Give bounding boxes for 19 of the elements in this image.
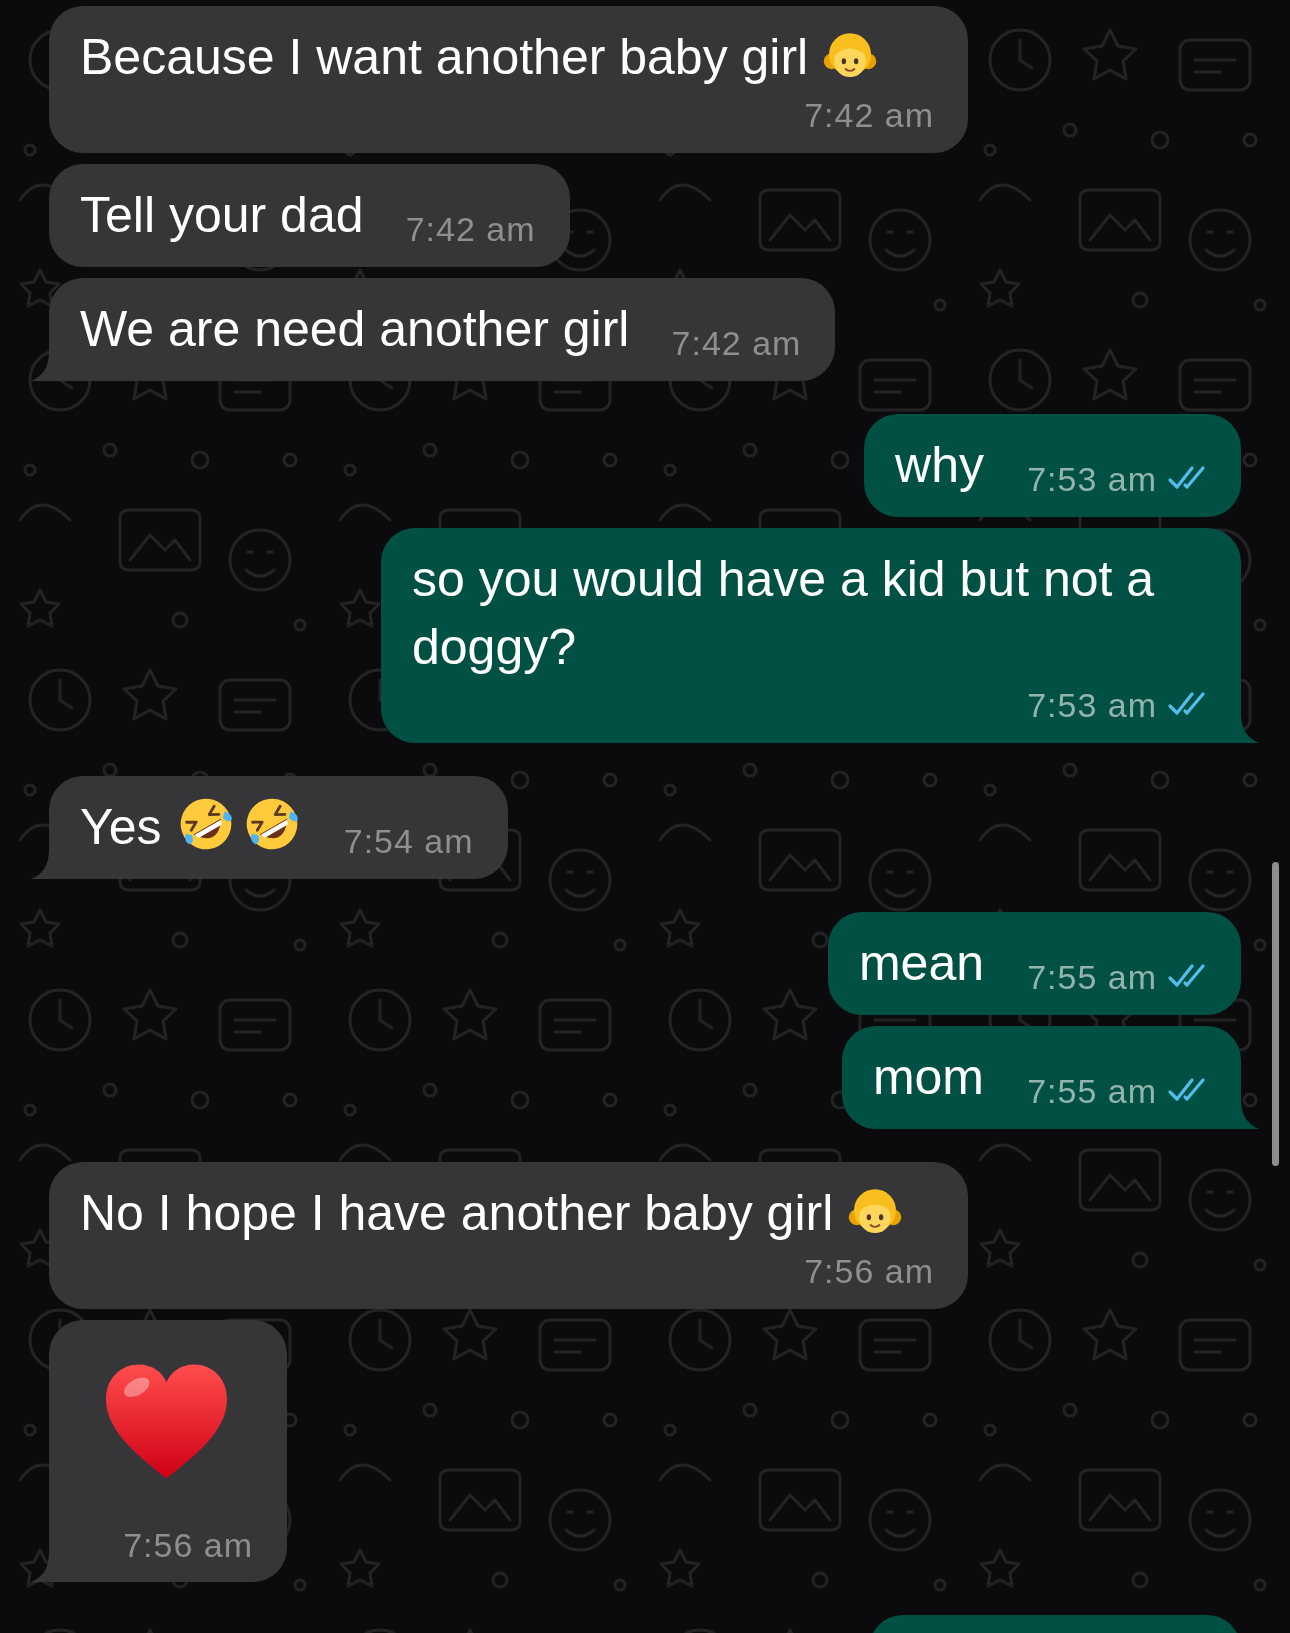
message-time: 7:42 am	[671, 323, 802, 363]
message-text: No I hope I have another baby girl	[80, 1184, 834, 1243]
message-text: mom	[872, 1048, 984, 1107]
message-time: 7:42 am	[405, 209, 536, 249]
message-text: why	[895, 436, 984, 495]
message-time: 7:42 am	[804, 95, 934, 135]
message-time: 7:56 am	[804, 1251, 934, 1291]
message-text: Because I want another baby girl	[80, 28, 809, 87]
message-time: 7:55 am	[1027, 1071, 1157, 1111]
message-text: Yes	[80, 798, 162, 857]
message-time: 7:53 am	[1027, 685, 1157, 725]
message-time: 7:55 am	[1027, 957, 1157, 997]
message-text: Tell your dad	[80, 186, 364, 245]
message-time: 7:53 am	[1027, 459, 1157, 499]
message-time: 7:56 am	[123, 1525, 253, 1565]
message-time: 7:54 am	[343, 821, 474, 861]
message-text: so you would have a kid but not a doggy?	[412, 550, 1156, 677]
message-text: We are need another girl	[80, 300, 630, 359]
message-text: mean	[858, 934, 984, 993]
